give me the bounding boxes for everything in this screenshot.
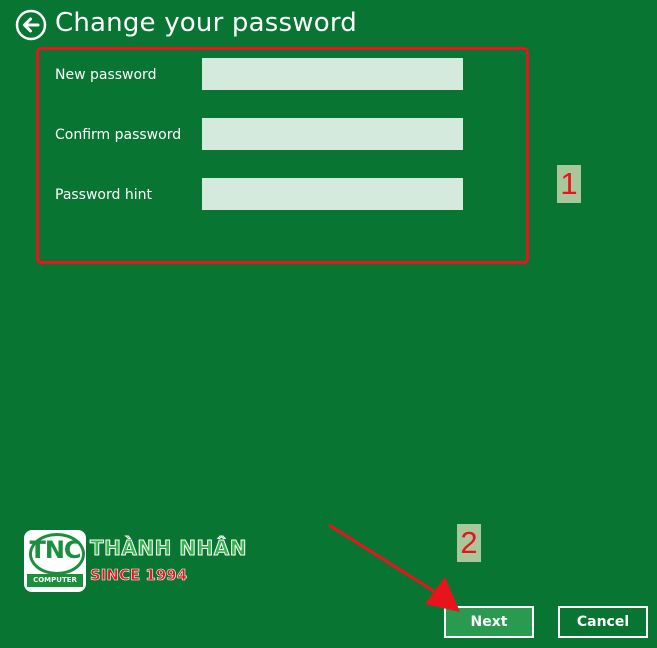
confirm-password-input[interactable]	[202, 118, 463, 150]
back-arrow-icon	[15, 9, 47, 41]
new-password-label: New password	[55, 67, 157, 83]
logo-emblem-text: TNC	[29, 536, 81, 564]
password-hint-input[interactable]	[202, 178, 463, 210]
step-1-badge: 1	[557, 165, 581, 203]
logo-name: THÀNH NHÂN	[90, 536, 248, 561]
confirm-password-label: Confirm password	[55, 127, 182, 143]
new-password-input[interactable]	[202, 58, 463, 90]
tnc-emblem-icon: TNC COMPUTER	[24, 530, 86, 592]
cancel-button[interactable]: Cancel	[558, 606, 648, 638]
tnc-logo: TNC COMPUTER THÀNH NHÂN SINCE 1994	[24, 530, 254, 592]
password-hint-label: Password hint	[55, 187, 152, 203]
step-2-badge: 2	[457, 524, 481, 562]
next-button[interactable]: Next	[444, 606, 534, 638]
logo-emblem-subtext: COMPUTER	[27, 574, 83, 587]
logo-since: SINCE 1994	[90, 566, 188, 585]
back-button[interactable]	[15, 9, 47, 41]
page-title: Change your password	[55, 8, 357, 38]
